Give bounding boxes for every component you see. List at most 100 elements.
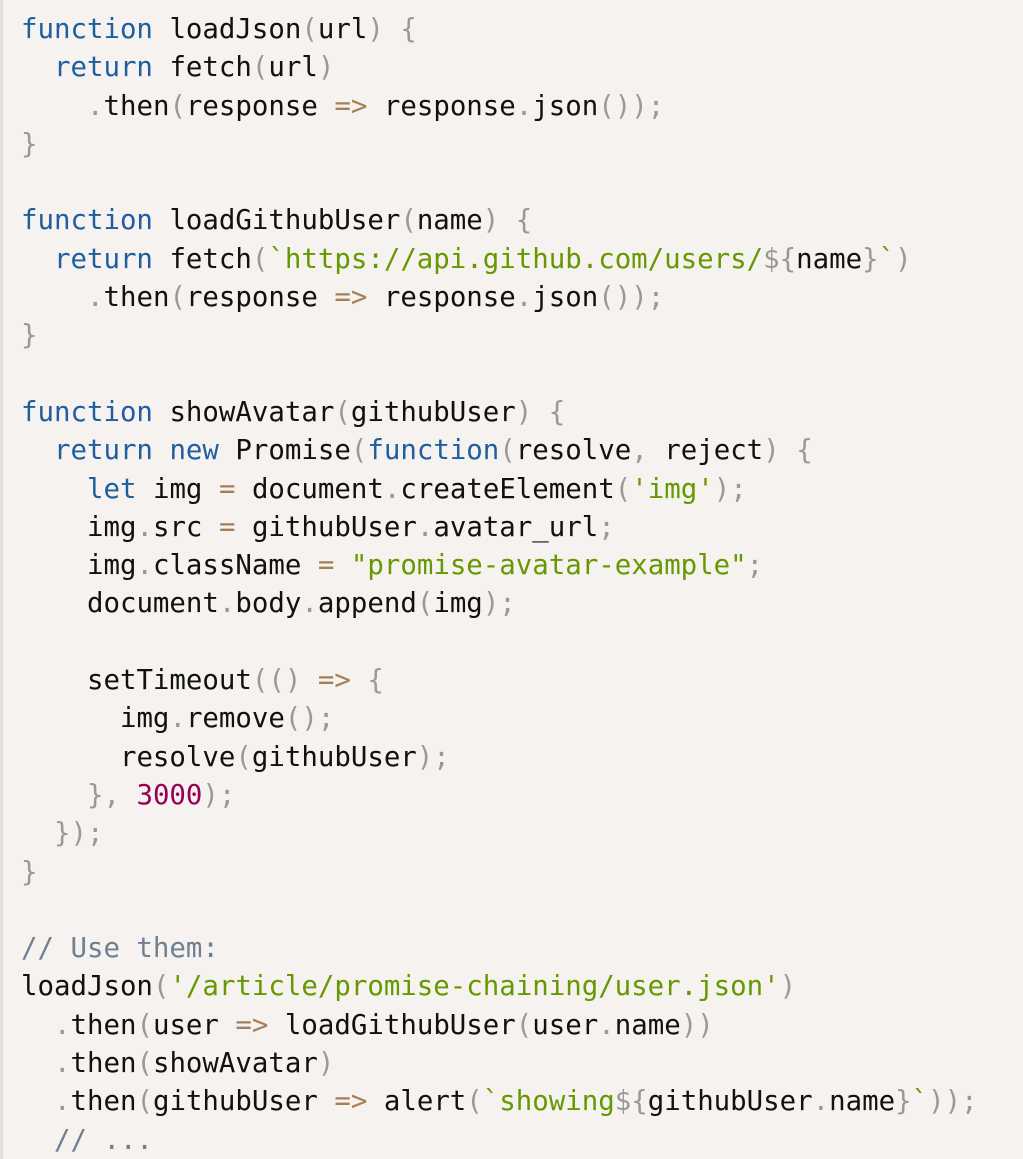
punctuation-token: . [383,473,401,505]
punctuation-token: ) [317,1048,335,1080]
punctuation-token: ( [251,243,269,275]
punctuation-token: ()); [598,90,665,122]
punctuation-token: ( [136,1086,153,1118]
code-line: loadJson('/article/promise-chaining/user… [21,968,1023,1006]
string-token: `showing [482,1086,615,1118]
identifier-token: Promise [235,435,351,467]
code-line: // Use them: [21,930,1023,968]
punctuation-token: ) [895,243,912,275]
keyword-token: function [21,205,153,237]
string-token: ` [911,1086,929,1118]
string-token: ` [878,243,896,275]
identifier-token: name [416,205,483,237]
code-line: } [21,317,1023,355]
identifier-token: then [70,1086,137,1118]
operator-token: = [218,473,236,505]
punctuation-token: } [862,243,879,275]
number-token: 3000 [136,779,203,811]
identifier-token: remove [185,703,285,735]
identifier-token: img [433,588,483,620]
code-line: .then(user => loadGithubUser(user.name)) [21,1007,1023,1045]
identifier-token: response [185,90,318,122]
identifier-token: name [796,243,863,275]
identifier-token: append [317,588,417,620]
identifier-token: avatar_url [433,511,599,543]
punctuation-token: ()); [598,282,665,314]
operator-token: => [334,282,368,314]
code-line: function loadGithubUser(name) { [21,202,1023,240]
operator-token: = [218,511,236,543]
string-token: `https://api.github.com/users/ [268,243,764,275]
identifier-token: loadGithubUser [284,1009,516,1041]
code-line: img.className = "promise-avatar-example"… [21,547,1023,585]
identifier-token: response [383,90,516,122]
keyword-token: function [21,14,153,45]
punctuation-token: ( [334,396,351,428]
code-line: .then(response => response.json()); [21,88,1023,126]
punctuation-token: (); [284,703,335,735]
punctuation-token: ); [482,588,516,620]
punctuation-token: ; [746,550,764,582]
punctuation-token: { [796,435,813,467]
code-line: document.body.append(img); [21,585,1023,623]
code-line: ​ [21,164,1023,202]
punctuation-token: ( [235,741,252,773]
punctuation-token: ( [614,473,632,505]
code-line: .then(response => response.json()); [21,279,1023,317]
punctuation-token: . [598,1009,615,1041]
operator-token: = [317,550,335,582]
punctuation-token: } [895,1086,912,1118]
punctuation-token: ) [482,205,500,237]
identifier-token: document [251,473,384,505]
identifier-token: resolve [515,435,632,467]
punctuation-token: ( [301,14,318,45]
punctuation-token: . [416,511,434,543]
punctuation-token: ); [713,473,747,505]
keyword-token: return [53,435,153,467]
code-line: function loadJson(url) { [21,11,1023,49]
punctuation-token: . [812,1086,830,1118]
identifier-token: githubUser [251,511,417,543]
punctuation-token: { [400,14,417,45]
punctuation-token: ( [136,1048,153,1080]
punctuation-token: ${ [763,243,797,275]
code-line: ​ [21,892,1023,930]
code-line: function showAvatar(githubUser) { [21,394,1023,432]
code-block: function loadJson(url) { return fetch(ur… [0,0,1023,1159]
punctuation-token: } [21,320,38,352]
punctuation-token: . [86,282,104,314]
code-line: // ... [21,1122,1023,1159]
identifier-token: className [152,550,302,582]
punctuation-token: ( [152,971,170,1003]
punctuation-token: )) [680,1009,714,1041]
code-line: ​ [21,356,1023,394]
code-line: setTimeout(() => { [21,662,1023,700]
punctuation-token: . [53,1086,71,1118]
identifier-token: user [152,1009,219,1041]
identifier-token: loadGithubUser [169,205,401,237]
punctuation-token: ) [367,14,384,45]
